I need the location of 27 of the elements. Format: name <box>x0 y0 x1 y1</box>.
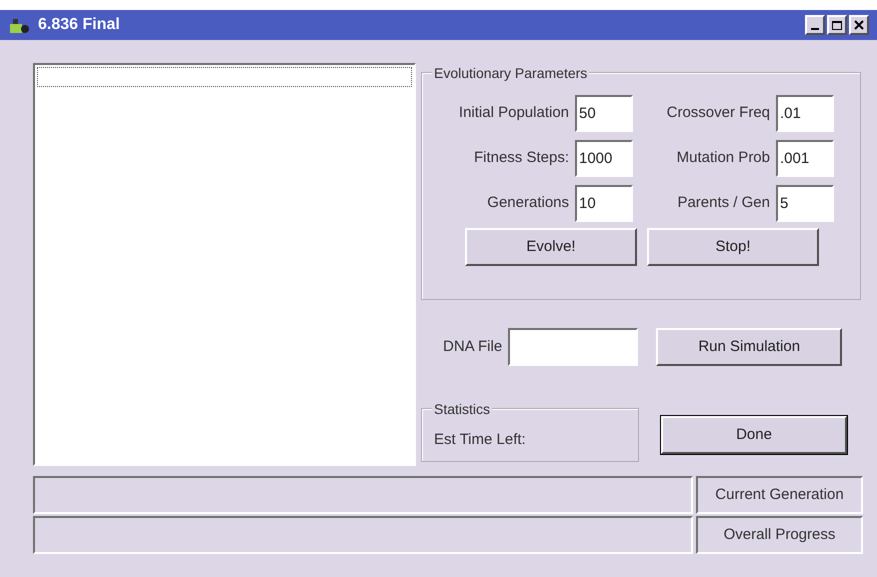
maximize-button[interactable] <box>827 15 847 35</box>
input-field[interactable]: 10 <box>575 185 633 222</box>
close-icon <box>854 20 864 30</box>
input-field[interactable] <box>508 328 638 366</box>
field-label: Crossover Freq <box>666 103 770 124</box>
minimize-button[interactable] <box>805 15 825 35</box>
field-label: Fitness Steps: <box>474 148 569 168</box>
button[interactable]: Stop! <box>647 228 819 266</box>
stat-label: Est Time Left: <box>434 430 526 450</box>
window-title: 6.836 Final <box>38 15 120 35</box>
button[interactable]: Evolve! <box>465 228 637 266</box>
field-label: DNA File <box>443 336 502 357</box>
input-field[interactable]: 5 <box>776 185 834 222</box>
input-field[interactable]: 50 <box>575 95 633 132</box>
field-label: Mutation Prob <box>676 148 770 168</box>
input-field[interactable]: 1000 <box>575 140 633 177</box>
app-icon <box>8 16 30 34</box>
button[interactable]: Run Simulation <box>656 328 842 366</box>
status-label: Overall Progress <box>724 524 836 545</box>
status-label: Current Generation <box>715 484 844 505</box>
close-button[interactable] <box>849 15 869 35</box>
button[interactable]: Done <box>661 416 847 454</box>
input-field[interactable]: .001 <box>776 140 834 177</box>
field-label: Parents / Gen <box>677 193 770 214</box>
input-field[interactable]: .01 <box>776 95 834 132</box>
field-label: Initial Population <box>458 103 569 124</box>
field-label: Generations <box>487 193 569 214</box>
